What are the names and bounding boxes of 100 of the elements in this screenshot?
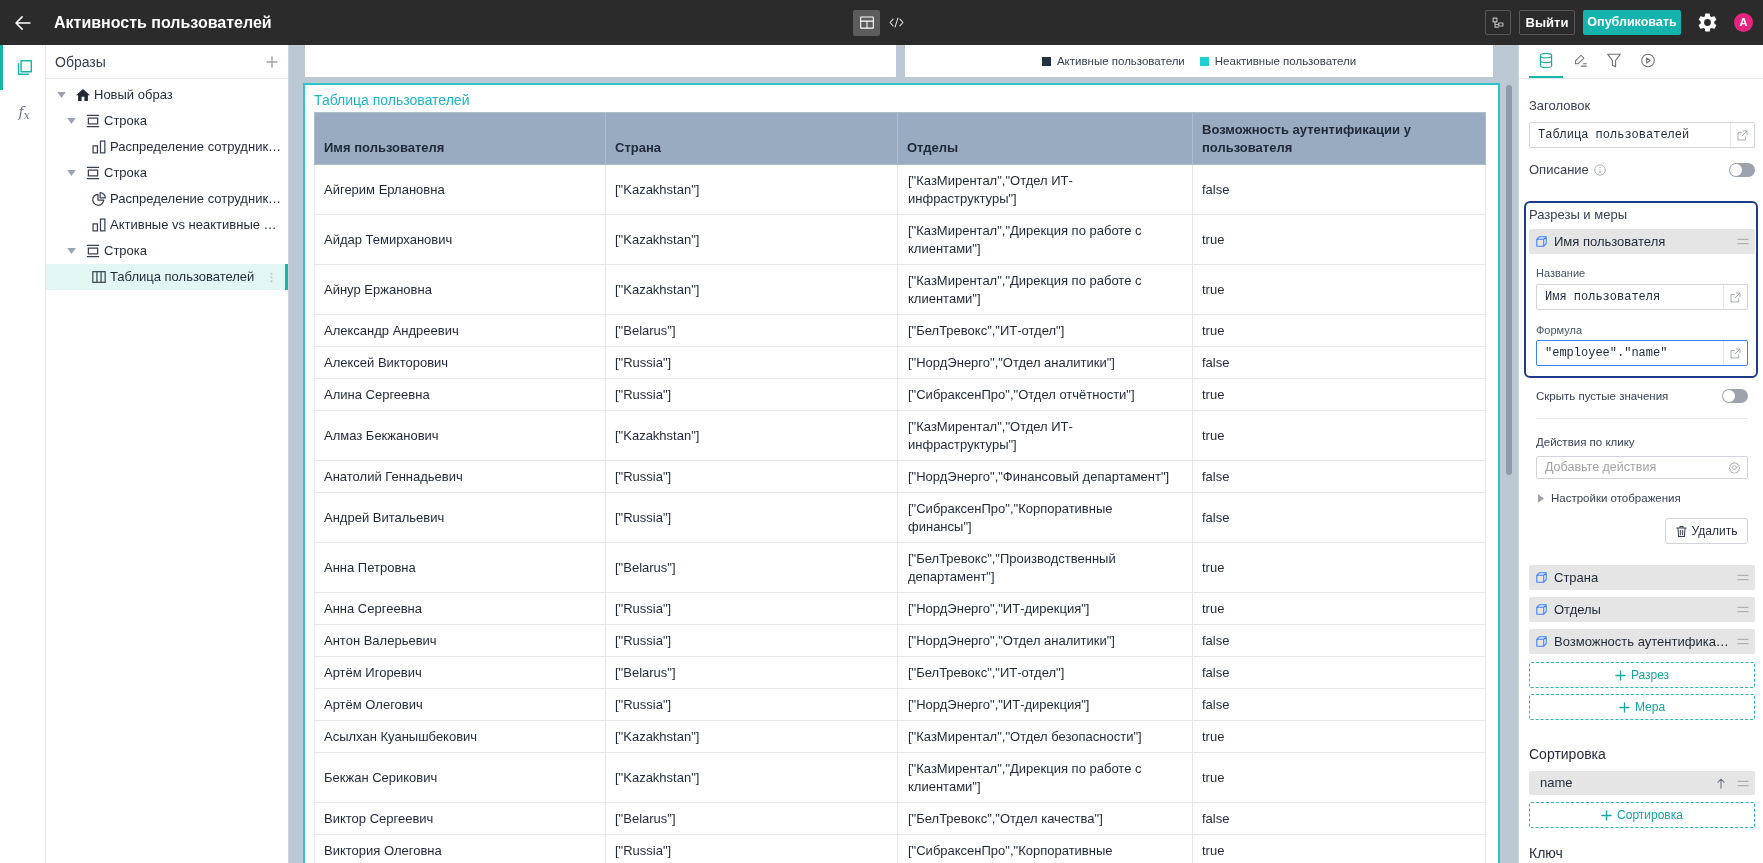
- home-icon: [76, 89, 90, 101]
- caret-down-icon[interactable]: [67, 170, 76, 176]
- table-cell: ["КазМирентал","Отдел ИТ-инфраструктуры"]: [897, 410, 1193, 461]
- field-label: Название: [1536, 266, 1587, 280]
- formula-field[interactable]: "employee"."name": [1536, 340, 1748, 366]
- table-cell: Анна Сергеевна: [314, 592, 606, 625]
- user-avatar[interactable]: A: [1734, 13, 1753, 32]
- section-label: Разрезы и меры: [1529, 206, 1628, 223]
- display-settings-toggle[interactable]: Настройки отображения: [1536, 491, 1748, 505]
- table-cell: true: [1192, 314, 1486, 347]
- logout-button[interactable]: Выйти: [1519, 10, 1575, 35]
- tree-item[interactable]: Распределение сотрудник…: [46, 134, 288, 160]
- table-cell: false: [1192, 802, 1486, 835]
- column-header: Возможность аутентификации у пользователя: [1192, 112, 1486, 165]
- structure-button[interactable]: [1485, 10, 1511, 35]
- table-cell: ["Belarus"]: [605, 802, 898, 835]
- table-cell: ["Belarus"]: [605, 542, 898, 593]
- caret-down-icon[interactable]: [67, 248, 76, 254]
- scrollbar-thumb[interactable]: [1506, 85, 1512, 475]
- table-cell: ["Belarus"]: [605, 314, 898, 347]
- dimension-item[interactable]: Страна: [1529, 565, 1755, 590]
- table-title: Таблица пользователей: [314, 91, 471, 110]
- section-label: Ключ: [1529, 845, 1564, 861]
- name-field[interactable]: Имя пользователя: [1536, 284, 1748, 310]
- pages-icon: [15, 59, 33, 76]
- table-cell: Анна Петровна: [314, 542, 606, 593]
- dimension-item[interactable]: Имя пользователя: [1529, 229, 1755, 254]
- legend-label: Активные пользователи: [1056, 54, 1185, 68]
- table-cell: Алина Сергеевна: [314, 378, 606, 411]
- table-cell: Андрей Витальевич: [314, 492, 606, 543]
- table-cell: ["Russia"]: [605, 624, 898, 657]
- table-cell: false: [1192, 688, 1486, 721]
- tree-item[interactable]: Строка: [46, 160, 288, 186]
- table-cell: ["Russia"]: [605, 688, 898, 721]
- tree-item[interactable]: Таблица пользователей: [46, 264, 288, 290]
- plus-icon: [266, 55, 278, 68]
- table-cell: ["БелТревокс","ИТ-отдел"]: [897, 314, 1193, 347]
- database-icon: [1539, 53, 1553, 68]
- tree-item[interactable]: Распределение сотрудник…: [46, 186, 288, 212]
- external-link-icon[interactable]: [1737, 129, 1748, 141]
- table-cell: ["Russia"]: [605, 346, 898, 379]
- table-cell: ["НордЭнерго","ИТ-дирекция"]: [897, 688, 1193, 721]
- table-icon: [92, 271, 106, 283]
- table-cell: ["СибраксенПро","Отдел отчётности"]: [897, 378, 1193, 411]
- table-cell: true: [1192, 264, 1486, 315]
- row-layout-icon: [86, 166, 100, 180]
- caret-down-icon[interactable]: [57, 92, 66, 98]
- tree-item[interactable]: Новый образ: [46, 82, 288, 108]
- info-icon[interactable]: [1593, 164, 1606, 176]
- bar-chart-icon: [92, 140, 106, 154]
- external-link-icon[interactable]: [1730, 347, 1741, 359]
- row-layout-icon: [86, 114, 100, 128]
- table-cell: ["НордЭнерго","Финансовый департамент"]: [897, 460, 1193, 493]
- formula-tab[interactable]: f$_{x}$: [0, 90, 45, 135]
- table-cell: ["СибраксенПро","Корпоративные финансы"]: [897, 492, 1193, 543]
- tree-item[interactable]: Активные vs неактивные …: [46, 212, 288, 238]
- kebab-menu-icon[interactable]: [270, 271, 273, 283]
- dimension-item[interactable]: Возможность аутентифика…: [1529, 629, 1755, 654]
- toggle-switch[interactable]: [1729, 163, 1755, 177]
- delete-button[interactable]: Удалить: [1665, 518, 1748, 544]
- plus-icon: [1601, 809, 1613, 821]
- view-mode-tab[interactable]: [853, 9, 880, 36]
- toggle-switch[interactable]: [1722, 389, 1748, 403]
- table-cell: true: [1192, 214, 1486, 265]
- table-cell: ["НордЭнерго","Отдел аналитики"]: [897, 346, 1193, 379]
- code-icon: [889, 17, 904, 28]
- dimension-item[interactable]: Отделы: [1529, 597, 1755, 622]
- table-cell: ["Belarus"]: [605, 656, 898, 689]
- drag-handle-icon[interactable]: [1737, 779, 1749, 787]
- table-cell: true: [1192, 410, 1486, 461]
- drag-handle-icon[interactable]: [1737, 606, 1749, 613]
- tree-item[interactable]: Строка: [46, 238, 288, 264]
- settings-icon[interactable]: [1698, 13, 1717, 32]
- caret-down-icon[interactable]: [67, 118, 76, 124]
- table-cell: ["Russia"]: [605, 378, 898, 411]
- table-cell: Артём Олегович: [314, 688, 606, 721]
- table-cell: Айнур Ержановна: [314, 264, 606, 315]
- tree-item[interactable]: Строка: [46, 108, 288, 134]
- title-field[interactable]: Таблица пользователей: [1529, 122, 1755, 148]
- table-cell: Виктория Олеговна: [314, 834, 606, 863]
- table-cell: ["БелТревокс","ИТ-отдел"]: [897, 656, 1193, 689]
- drag-handle-icon[interactable]: [1737, 238, 1749, 245]
- table-cell: Антон Валерьевич: [314, 624, 606, 657]
- field-label: Заголовок: [1529, 98, 1592, 114]
- table-cell: true: [1192, 378, 1486, 411]
- drag-handle-icon[interactable]: [1737, 638, 1749, 645]
- drag-handle-icon[interactable]: [1737, 574, 1749, 581]
- table-cell: ["НордЭнерго","Отдел аналитики"]: [897, 624, 1193, 657]
- table-cell: true: [1192, 752, 1486, 803]
- sort-item[interactable]: name: [1529, 771, 1755, 795]
- table-cell: false: [1192, 492, 1486, 543]
- table-cell: ["Kazakhstan"]: [605, 720, 898, 753]
- table-cell: ["НордЭнерго","ИТ-дирекция"]: [897, 592, 1193, 625]
- arrow-left-icon: [15, 15, 31, 30]
- table-cell: Айдар Темирханович: [314, 214, 606, 265]
- external-link-icon[interactable]: [1730, 291, 1741, 303]
- table-cell: Бекжан Серикович: [314, 752, 606, 803]
- table-cell: ["Kazakhstan"]: [605, 752, 898, 803]
- arrow-up-icon[interactable]: [1717, 777, 1725, 789]
- add-button[interactable]: [266, 55, 278, 68]
